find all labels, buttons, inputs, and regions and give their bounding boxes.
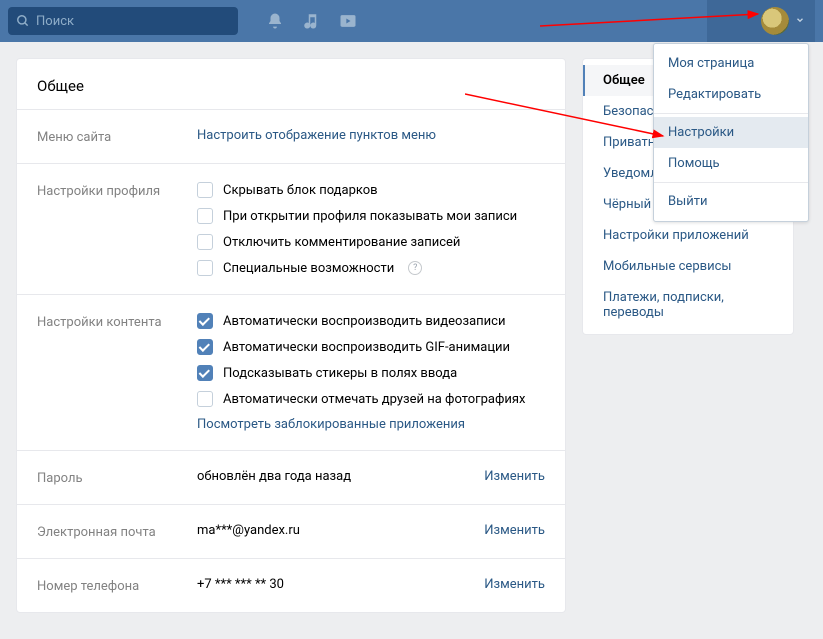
search-icon [16, 14, 30, 28]
row-label: Номер телефона [37, 577, 197, 594]
checkbox-label: При открытии профиля показывать мои запи… [223, 209, 517, 224]
email-value: ma***@yandex.ru [197, 523, 484, 540]
row-site-menu: Меню сайта Настроить отображение пунктов… [17, 110, 565, 164]
side-nav-payments[interactable]: Платежи, подписки, переводы [583, 282, 793, 328]
checkbox-label: Скрывать блок подарков [223, 183, 378, 198]
row-phone: Номер телефона +7 *** *** ** 30 Изменить [17, 559, 565, 612]
checkbox-label: Специальные возможности [223, 261, 394, 276]
row-email: Электронная почта ma***@yandex.ru Измени… [17, 505, 565, 559]
checkbox-icon [197, 313, 213, 329]
dropdown-edit[interactable]: Редактировать [654, 79, 808, 110]
checkbox-autoplay-video[interactable]: Автоматически воспроизводить видеозаписи [197, 313, 545, 329]
dropdown-settings[interactable]: Настройки [654, 117, 808, 148]
app-header: Поиск [0, 0, 823, 42]
row-label: Меню сайта [37, 128, 197, 145]
checkbox-icon [197, 208, 213, 224]
settings-main-card: Общее Меню сайта Настроить отображение п… [16, 58, 566, 613]
dropdown-help[interactable]: Помощь [654, 148, 808, 179]
checkbox-icon [197, 260, 213, 276]
row-label: Пароль [37, 469, 197, 486]
help-icon[interactable]: ? [408, 261, 422, 275]
profile-menu-trigger[interactable] [707, 0, 815, 42]
checkbox-autotag-friends[interactable]: Автоматически отмечать друзей на фотогра… [197, 391, 545, 407]
checkbox-accessibility[interactable]: Специальные возможности? [197, 260, 545, 276]
row-label: Настройки контента [37, 313, 197, 432]
checkbox-icon [197, 182, 213, 198]
change-email-link[interactable]: Изменить [484, 523, 545, 540]
dropdown-separator [654, 113, 808, 114]
checkbox-label: Автоматически отмечать друзей на фотогра… [223, 392, 525, 407]
row-profile-settings: Настройки профиля Скрывать блок подарков… [17, 164, 565, 295]
search-placeholder: Поиск [36, 14, 74, 29]
row-label: Настройки профиля [37, 182, 197, 276]
avatar [761, 7, 789, 35]
row-label: Электронная почта [37, 523, 197, 540]
header-right [707, 0, 815, 42]
bell-icon[interactable] [266, 12, 284, 30]
blocked-apps-link[interactable]: Посмотреть заблокированные приложения [197, 417, 545, 432]
checkbox-autoplay-gif[interactable]: Автоматически воспроизводить GIF-анимаци… [197, 339, 545, 355]
dropdown-separator [654, 182, 808, 183]
row-content-settings: Настройки контента Автоматически воспрои… [17, 295, 565, 451]
header-icons [266, 11, 358, 31]
profile-settings-options: Скрывать блок подарков При открытии проф… [197, 182, 545, 276]
checkbox-icon [197, 339, 213, 355]
search-input[interactable]: Поиск [8, 7, 238, 35]
checkbox-label: Отключить комментирование записей [223, 235, 460, 250]
phone-value: +7 *** *** ** 30 [197, 577, 484, 594]
profile-dropdown: Моя страница Редактировать Настройки Пом… [653, 43, 809, 222]
checkbox-label: Подсказывать стикеры в полях ввода [223, 366, 457, 381]
content-settings-options: Автоматически воспроизводить видеозаписи… [197, 313, 545, 407]
page-title: Общее [17, 59, 565, 110]
checkbox-suggest-stickers[interactable]: Подсказывать стикеры в полях ввода [197, 365, 545, 381]
side-nav-mobile[interactable]: Мобильные сервисы [583, 251, 793, 282]
row-password: Пароль обновлён два года назад Изменить [17, 451, 565, 505]
checkbox-label: Автоматически воспроизводить видеозаписи [223, 314, 505, 329]
side-nav-app-settings[interactable]: Настройки приложений [583, 220, 793, 251]
password-value: обновлён два года назад [197, 469, 484, 486]
chevron-down-icon [795, 14, 805, 29]
dropdown-logout[interactable]: Выйти [654, 186, 808, 217]
configure-menu-link[interactable]: Настроить отображение пунктов меню [197, 128, 545, 145]
checkbox-icon [197, 234, 213, 250]
checkbox-disable-comments[interactable]: Отключить комментирование записей [197, 234, 545, 250]
change-password-link[interactable]: Изменить [484, 469, 545, 486]
change-phone-link[interactable]: Изменить [484, 577, 545, 594]
checkbox-icon [197, 391, 213, 407]
music-icon[interactable] [302, 12, 320, 30]
dropdown-my-page[interactable]: Моя страница [654, 48, 808, 79]
checkbox-hide-gifts[interactable]: Скрывать блок подарков [197, 182, 545, 198]
checkbox-show-posts[interactable]: При открытии профиля показывать мои запи… [197, 208, 545, 224]
checkbox-icon [197, 365, 213, 381]
video-icon[interactable] [338, 11, 358, 31]
checkbox-label: Автоматически воспроизводить GIF-анимаци… [223, 340, 510, 355]
